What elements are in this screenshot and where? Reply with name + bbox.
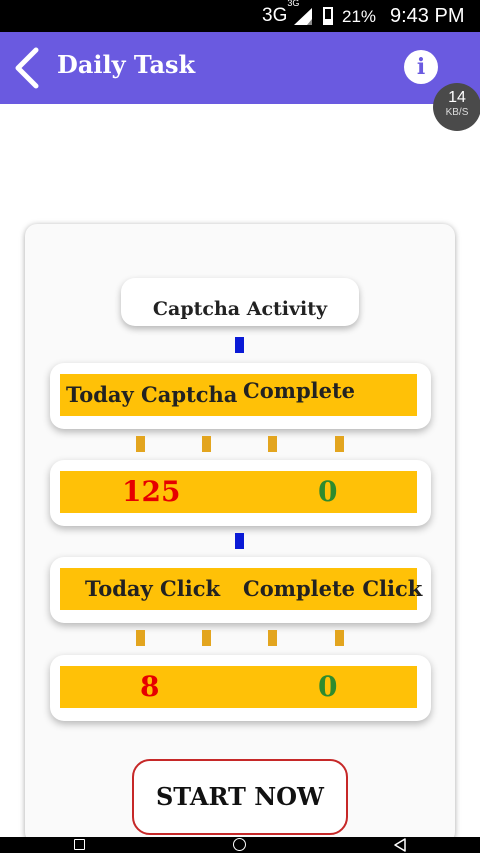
connector-tick [136,630,145,646]
complete-click-label: Complete Click [243,576,423,601]
battery-icon [323,7,333,25]
click-header-bar: Today Click Complete Click [60,568,422,610]
connector-tick [268,436,277,452]
speed-unit: KB/S [445,107,469,118]
today-click-label: Today Click [85,576,221,601]
captcha-complete-label: Complete [243,378,356,403]
page-title: Daily Task [57,50,196,79]
click-header-row: Today Click Complete Click [50,557,431,623]
captcha-value-row: 125 0 [50,460,431,526]
activity-title-pill: Captcha Activity [121,278,359,326]
signal-icon [294,8,312,25]
network-type: 3G [262,5,288,26]
activity-title: Captcha Activity [152,298,328,320]
app-bar: Daily Task i [0,32,480,104]
connector-blue [235,533,244,549]
connector-tick [202,630,211,646]
network-type-sup: 3G [287,0,300,8]
captcha-complete-value: 0 [318,475,338,508]
connector-tick [335,436,344,452]
today-captcha-value: 125 [122,475,181,508]
connector-tick [268,630,277,646]
status-time: 9:43 PM [390,5,465,27]
start-now-button[interactable]: START NOW [132,759,348,835]
recent-apps-icon[interactable] [74,839,85,850]
back-button[interactable] [10,44,46,92]
connector-blue [235,337,244,353]
click-value-bar: 8 0 [60,666,417,708]
connector-tick [136,436,145,452]
connector-tick [202,436,211,452]
info-button[interactable]: i [404,50,438,84]
today-captcha-label: Today Captcha [66,382,238,407]
speed-value: 14 [448,89,466,106]
captcha-header-bar: Today Captcha Complete [60,374,417,416]
battery-percent: 21% [342,7,377,26]
click-value-row: 8 0 [50,655,431,721]
back-arrow-icon [15,47,39,89]
today-click-value: 8 [140,670,160,703]
connector-tick [335,630,344,646]
captcha-value-bar: 125 0 [60,471,417,513]
system-nav-bar [0,837,480,853]
status-bar: 3G3G 21% 9:43 PM [0,0,480,32]
complete-click-value: 0 [318,670,338,703]
captcha-header-row: Today Captcha Complete [50,363,431,429]
info-icon: i [416,54,426,80]
home-icon[interactable] [233,838,246,851]
nav-back-icon[interactable] [393,838,407,852]
network-speed-indicator: 14 KB/S [433,83,480,131]
